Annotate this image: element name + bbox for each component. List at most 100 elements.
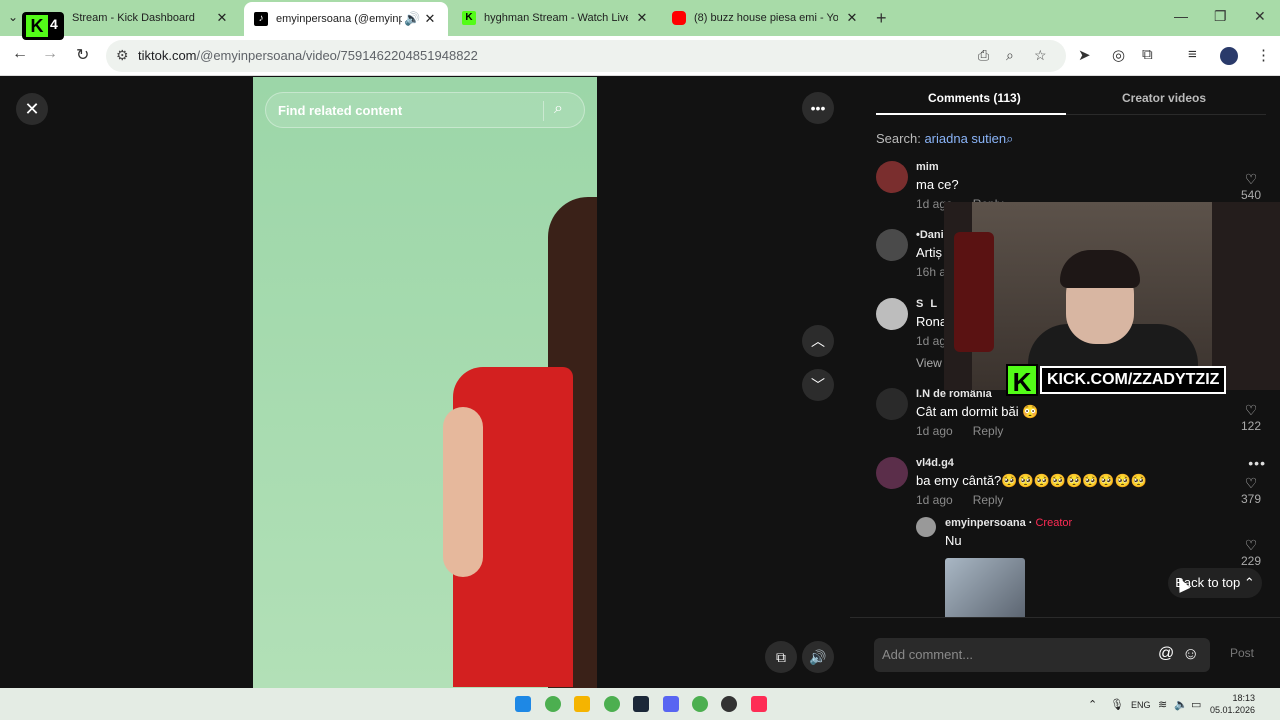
battery-icon[interactable]: ▭	[1191, 698, 1201, 711]
search-divider	[543, 101, 544, 121]
chrome-icon[interactable]	[545, 696, 561, 712]
video-stage: ✕ Find related content ⌕ ••• ︿ ﹀ ⧉ 🔊	[0, 77, 850, 688]
send-icon[interactable]: ➤	[1078, 46, 1091, 64]
view-replies-link[interactable]: View	[916, 356, 942, 370]
app-icon[interactable]	[721, 696, 737, 712]
new-tab-icon[interactable]: +	[876, 8, 887, 29]
tab-youtube[interactable]: (8) buzz house piesa emi - YouTub ✕	[662, 4, 870, 32]
close-tab-icon[interactable]: ✕	[422, 11, 438, 27]
tab-title: emyinpersoana (@emyinpersoana	[276, 13, 402, 25]
close-tab-icon[interactable]: ✕	[634, 10, 650, 26]
tab-hyghman-stream[interactable]: K hyghman Stream - Watch Live on ✕	[452, 4, 660, 32]
close-tab-icon[interactable]: ✕	[214, 10, 230, 26]
tab-title: (8) buzz house piesa emi - YouTub	[694, 12, 838, 24]
emoji-icon[interactable]: ☺	[1182, 644, 1199, 664]
video-player[interactable]	[253, 77, 597, 688]
comment-author[interactable]: emyinpersoana · Creator	[945, 517, 1072, 529]
avatar[interactable]	[876, 161, 908, 193]
related-search-placeholder: Find related content	[278, 103, 403, 118]
like-button[interactable]: ♡ 229	[1236, 537, 1266, 568]
forward-icon[interactable]: →	[42, 45, 58, 63]
reply-link[interactable]: Reply	[973, 424, 1004, 438]
avatar[interactable]	[876, 298, 908, 330]
search-icon[interactable]: ⌕	[554, 100, 563, 118]
comment-item: vl4d.g4 ba emy cântă?🥺🥺🥺🥺🥺🥺🥺🥺🥺 1d ago Rep…	[876, 455, 1266, 517]
tiktok-favicon-icon: ♪	[254, 12, 268, 26]
close-icon[interactable]: ✕	[16, 93, 48, 125]
minimize-icon[interactable]: —	[1174, 8, 1188, 24]
steam-icon[interactable]	[633, 696, 649, 712]
site-info-icon[interactable]: ⚙	[116, 47, 129, 64]
like-count: 540	[1240, 188, 1262, 202]
comment-text: Rona	[916, 314, 948, 329]
related-search-input[interactable]: Find related content ⌕	[265, 92, 585, 128]
tab-title: hyghman Stream - Watch Live on	[484, 12, 628, 24]
like-count: 379	[1240, 492, 1262, 506]
more-options-icon[interactable]: •••	[802, 92, 834, 124]
post-button[interactable]: Post	[1230, 646, 1254, 660]
webcam-chair	[954, 232, 994, 352]
webcam-person-hair	[1060, 250, 1140, 288]
chevron-up-icon: ⌃	[1243, 575, 1255, 590]
install-app-icon[interactable]: ⎙	[978, 47, 989, 64]
next-video-icon[interactable]: ﹀	[802, 369, 834, 401]
wifi-icon[interactable]: ≋	[1158, 698, 1167, 711]
start-menu-icon[interactable]	[515, 696, 531, 712]
back-icon[interactable]: ←	[12, 45, 28, 63]
avatar[interactable]	[916, 517, 936, 537]
language-indicator[interactable]: ENG	[1131, 700, 1151, 710]
reload-icon[interactable]: ↻	[76, 45, 89, 65]
avatar[interactable]	[876, 457, 908, 489]
comment-author[interactable]: •Dani	[916, 229, 944, 241]
zoom-icon[interactable]: ⌕	[1006, 47, 1014, 64]
extension-ext-icon[interactable]: ◎	[1112, 46, 1125, 64]
profile-avatar-icon[interactable]	[1220, 47, 1238, 65]
volume-icon[interactable]: 🔊	[802, 641, 834, 673]
microphone-icon[interactable]: 🎙	[1110, 698, 1124, 711]
menu-kebab-icon[interactable]: ⋮	[1256, 46, 1271, 64]
bookmark-star-icon[interactable]: ☆	[1034, 47, 1047, 64]
mention-icon[interactable]: @	[1158, 645, 1174, 663]
like-count: 229	[1240, 554, 1262, 568]
tiktok-app-icon[interactable]	[751, 696, 767, 712]
discord-icon[interactable]	[663, 696, 679, 712]
volume-tray-icon[interactable]: 🔈	[1174, 698, 1188, 711]
tab-kick-dashboard[interactable]: Stream - Kick Dashboard ✕	[40, 4, 240, 32]
address-bar[interactable]: ⚙ tiktok.com/@emyinpersoana/video/759146…	[106, 40, 1066, 72]
add-comment-input[interactable]: Add comment... @ ☺	[874, 638, 1210, 672]
comment-author[interactable]: mim	[916, 161, 939, 173]
media-controls-icon[interactable]: ≡	[1188, 46, 1197, 63]
floating-player-icon[interactable]: ⧉	[765, 641, 797, 673]
like-button[interactable]: ♡ 379	[1236, 475, 1266, 506]
chrome-profile-icon[interactable]	[692, 696, 708, 712]
panel-tabs: Comments (113) Creator videos	[876, 87, 1266, 115]
creator-badge: Creator	[1035, 517, 1073, 529]
restore-icon[interactable]: ❐	[1214, 8, 1227, 25]
search-small-icon: ⌕	[1006, 131, 1014, 146]
avatar[interactable]	[876, 229, 908, 261]
extensions-puzzle-icon[interactable]: ⧉	[1142, 46, 1153, 63]
tab-search-chevron-icon[interactable]: ⌄	[8, 10, 18, 24]
reply-image-thumbnail[interactable]	[945, 558, 1025, 620]
system-clock[interactable]: 18:13 05.01.2026	[1210, 692, 1255, 716]
tab-tiktok[interactable]: ♪ emyinpersoana (@emyinpersoana 🔊 ✕	[244, 2, 448, 36]
search-query-link[interactable]: ariadna sutien	[924, 131, 1006, 146]
kick-channel-url: KICK.COM/ZZADYTZIZ	[1040, 366, 1227, 394]
kick-badge-count: 4	[50, 16, 58, 32]
heart-icon: ♡	[1244, 537, 1258, 553]
close-window-icon[interactable]: ✕	[1254, 8, 1266, 25]
avatar[interactable]	[876, 388, 908, 420]
like-button[interactable]: ♡ 540	[1236, 171, 1266, 202]
tray-chevron-icon[interactable]: ⌃	[1088, 698, 1097, 711]
speaker-icon[interactable]: 🔊	[404, 11, 420, 27]
reply-link[interactable]: Reply	[973, 493, 1004, 507]
file-explorer-icon[interactable]	[574, 696, 590, 712]
previous-video-icon[interactable]: ︿	[802, 325, 834, 357]
comment-author[interactable]: vl4d.g4	[916, 457, 954, 469]
comment-more-icon[interactable]: •••	[1248, 455, 1266, 471]
tab-comments[interactable]: Comments (113)	[928, 91, 1021, 105]
like-button[interactable]: ♡ 122	[1236, 402, 1266, 433]
tab-creator-videos[interactable]: Creator videos	[1122, 91, 1206, 105]
chrome-active-icon[interactable]	[604, 696, 620, 712]
close-tab-icon[interactable]: ✕	[844, 10, 860, 26]
